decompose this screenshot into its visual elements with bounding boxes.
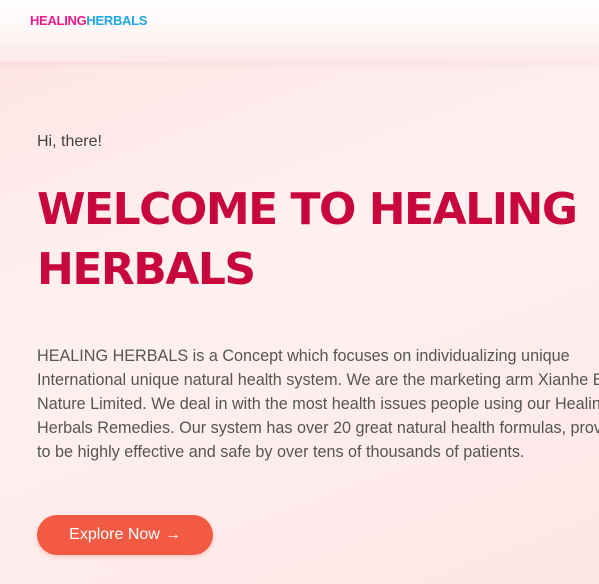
top-nav-bar: HEALINGHERBALS <box>0 0 599 62</box>
explore-now-label: Explore Now <box>69 526 160 543</box>
hero-description: HEALING HERBALS is a Concept which focus… <box>37 347 599 461</box>
logo-word-herbals: HERBALS <box>86 13 148 28</box>
arrow-right-icon: → <box>164 526 181 543</box>
logo-word-healing: HEALING <box>30 13 87 28</box>
explore-now-button[interactable]: Explore Now → <box>37 515 213 555</box>
site-logo[interactable]: HEALINGHERBALS <box>30 13 147 28</box>
greeting-text: Hi, there! <box>37 133 102 150</box>
hero-title: WELCOME TO HEALING HERBALS <box>37 184 578 295</box>
